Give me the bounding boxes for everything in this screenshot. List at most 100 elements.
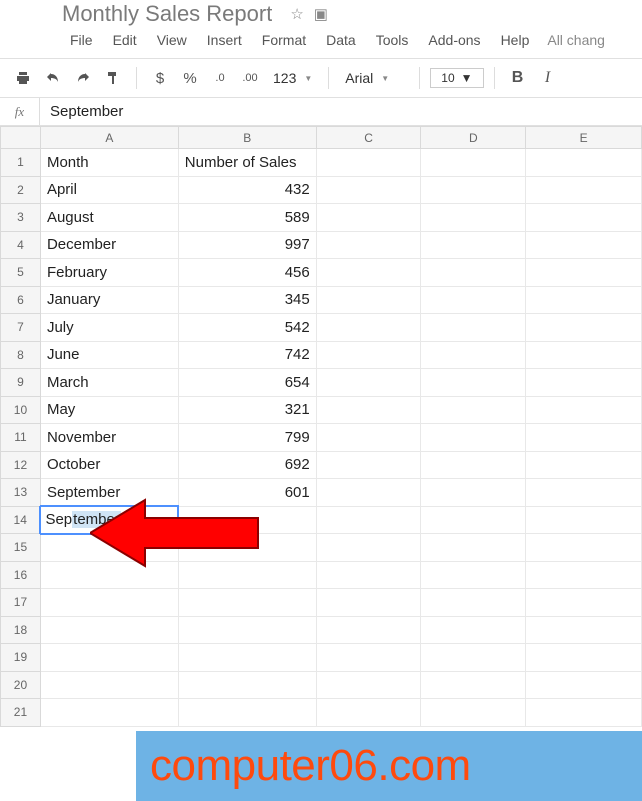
- italic-button[interactable]: I: [535, 65, 561, 91]
- bold-button[interactable]: B: [505, 65, 531, 91]
- row-header[interactable]: 3: [1, 204, 41, 232]
- column-header-E[interactable]: E: [526, 127, 642, 149]
- font-size-selector[interactable]: 10 ▼: [430, 68, 483, 88]
- formula-input[interactable]: [40, 98, 642, 125]
- cell[interactable]: [316, 589, 421, 617]
- move-folder-icon[interactable]: ▣: [314, 5, 328, 23]
- cell[interactable]: [526, 699, 642, 727]
- cell[interactable]: [421, 424, 526, 452]
- cell[interactable]: [316, 479, 421, 507]
- cell[interactable]: [40, 534, 178, 562]
- cell[interactable]: 321: [178, 396, 316, 424]
- cell[interactable]: 997: [178, 231, 316, 259]
- cell[interactable]: [526, 286, 642, 314]
- row-header[interactable]: 12: [1, 451, 41, 479]
- menu-edit[interactable]: Edit: [103, 28, 147, 52]
- row-header[interactable]: 13: [1, 479, 41, 507]
- cell[interactable]: [316, 644, 421, 672]
- column-header-A[interactable]: A: [40, 127, 178, 149]
- cell[interactable]: Number of Sales: [178, 149, 316, 177]
- cell[interactable]: December: [40, 231, 178, 259]
- menu-data[interactable]: Data: [316, 28, 366, 52]
- cell[interactable]: [421, 314, 526, 342]
- cell[interactable]: [40, 589, 178, 617]
- cell[interactable]: [421, 204, 526, 232]
- cell[interactable]: April: [40, 176, 178, 204]
- cell[interactable]: [526, 451, 642, 479]
- cell[interactable]: [526, 644, 642, 672]
- row-header[interactable]: 20: [1, 671, 41, 699]
- paint-format-icon[interactable]: [100, 65, 126, 91]
- cell[interactable]: [526, 479, 642, 507]
- row-header[interactable]: 10: [1, 396, 41, 424]
- cell[interactable]: [178, 671, 316, 699]
- cell[interactable]: [178, 534, 316, 562]
- cell[interactable]: [316, 204, 421, 232]
- cell[interactable]: [421, 149, 526, 177]
- row-header[interactable]: 21: [1, 699, 41, 727]
- cell[interactable]: [178, 506, 316, 534]
- cell[interactable]: [526, 589, 642, 617]
- print-icon[interactable]: [10, 65, 36, 91]
- cell[interactable]: March: [40, 369, 178, 397]
- cell[interactable]: [316, 699, 421, 727]
- column-header-B[interactable]: B: [178, 127, 316, 149]
- menu-file[interactable]: File: [60, 28, 103, 52]
- row-header[interactable]: 11: [1, 424, 41, 452]
- cell[interactable]: [316, 561, 421, 589]
- cell[interactable]: [316, 149, 421, 177]
- select-all-corner[interactable]: [1, 127, 41, 149]
- cell[interactable]: [526, 369, 642, 397]
- redo-icon[interactable]: [70, 65, 96, 91]
- cell[interactable]: [316, 396, 421, 424]
- cell[interactable]: [421, 259, 526, 287]
- cell-editing[interactable]: September: [45, 511, 173, 528]
- cell[interactable]: [526, 396, 642, 424]
- row-header[interactable]: 4: [1, 231, 41, 259]
- more-formats-button[interactable]: 123 ▼: [267, 70, 318, 86]
- cell[interactable]: 654: [178, 369, 316, 397]
- changes-status[interactable]: All chang: [539, 28, 613, 52]
- cell[interactable]: [421, 176, 526, 204]
- cell[interactable]: May: [40, 396, 178, 424]
- format-currency-button[interactable]: $: [147, 65, 173, 91]
- cell[interactable]: [316, 534, 421, 562]
- cell[interactable]: [421, 479, 526, 507]
- cell[interactable]: [526, 424, 642, 452]
- cell[interactable]: [526, 616, 642, 644]
- row-header[interactable]: 5: [1, 259, 41, 287]
- cell[interactable]: [421, 699, 526, 727]
- cell[interactable]: September: [40, 506, 178, 534]
- cell[interactable]: [316, 259, 421, 287]
- cell[interactable]: [178, 699, 316, 727]
- cell[interactable]: [40, 671, 178, 699]
- cell[interactable]: [421, 589, 526, 617]
- cell[interactable]: [421, 671, 526, 699]
- cell[interactable]: [526, 149, 642, 177]
- row-header[interactable]: 6: [1, 286, 41, 314]
- cell[interactable]: [40, 561, 178, 589]
- cell[interactable]: [421, 451, 526, 479]
- menu-help[interactable]: Help: [491, 28, 540, 52]
- cell[interactable]: 742: [178, 341, 316, 369]
- cell[interactable]: July: [40, 314, 178, 342]
- cell[interactable]: [526, 314, 642, 342]
- cell[interactable]: [316, 286, 421, 314]
- cell[interactable]: [178, 589, 316, 617]
- cell[interactable]: [526, 259, 642, 287]
- cell[interactable]: [178, 561, 316, 589]
- cell[interactable]: August: [40, 204, 178, 232]
- cell[interactable]: October: [40, 451, 178, 479]
- cell[interactable]: [421, 506, 526, 534]
- cell[interactable]: [316, 369, 421, 397]
- cell[interactable]: 799: [178, 424, 316, 452]
- cell[interactable]: [526, 534, 642, 562]
- format-percent-button[interactable]: %: [177, 65, 203, 91]
- menu-addons[interactable]: Add-ons: [418, 28, 490, 52]
- cell[interactable]: [316, 451, 421, 479]
- cell[interactable]: [40, 699, 178, 727]
- cell[interactable]: [316, 506, 421, 534]
- cell[interactable]: [316, 671, 421, 699]
- menu-format[interactable]: Format: [252, 28, 316, 52]
- undo-icon[interactable]: [40, 65, 66, 91]
